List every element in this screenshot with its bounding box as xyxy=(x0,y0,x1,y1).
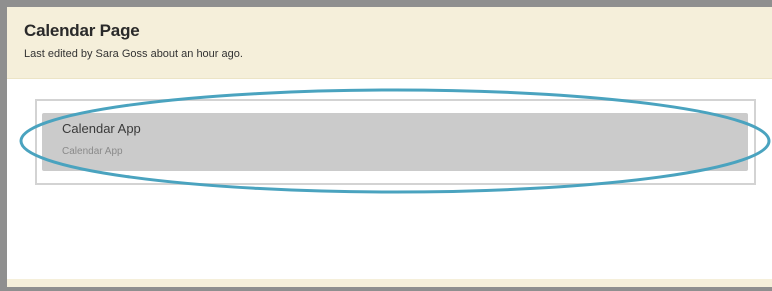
page-footer xyxy=(7,279,772,287)
page-title: Calendar Page xyxy=(24,21,140,40)
app-subtitle: Calendar App xyxy=(62,146,123,157)
page-header: Calendar Page Last edited by Sara Goss a… xyxy=(7,7,772,79)
last-edited-text: Last edited by Sara Goss about an hour a… xyxy=(24,48,243,60)
app-title: Calendar App xyxy=(62,121,141,136)
calendar-app-tile[interactable]: Calendar App Calendar App xyxy=(42,113,748,171)
